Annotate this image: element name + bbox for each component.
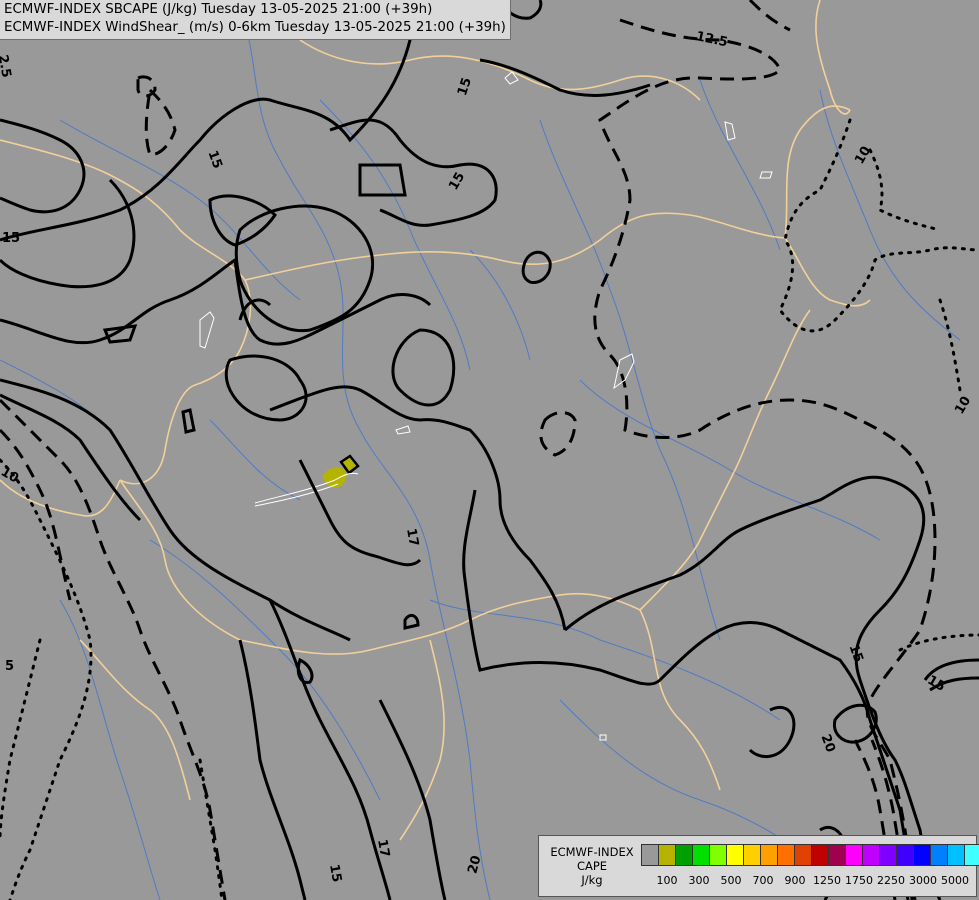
weather-map: 12.5 15 15 15 15 10 10 10 17 17 15 15 20… bbox=[0, 0, 979, 900]
contour-label: 17 bbox=[374, 838, 392, 858]
legend-title-line3: J/kg bbox=[581, 873, 603, 887]
legend-swatch bbox=[641, 844, 659, 866]
map-header: ECMWF-INDEX SBCAPE (J/kg) Tuesday 13-05-… bbox=[0, 0, 511, 40]
legend-swatch bbox=[795, 844, 812, 866]
legend-tick-label: 700 bbox=[752, 874, 774, 887]
legend-color-scale bbox=[641, 844, 979, 866]
legend-swatch bbox=[880, 844, 897, 866]
legend-swatch bbox=[965, 844, 979, 866]
header-line-cape: ECMWF-INDEX SBCAPE (J/kg) Tuesday 13-05-… bbox=[4, 2, 433, 17]
cape-legend: ECMWF-INDEX CAPE J/kg 100 300 500 700 900 125… bbox=[538, 835, 979, 897]
legend-swatch bbox=[914, 844, 931, 866]
legend-swatch bbox=[778, 844, 795, 866]
legend-tick-label: 100 bbox=[656, 874, 678, 887]
legend-tick-label: 2250 bbox=[877, 874, 905, 887]
legend-swatch bbox=[693, 844, 710, 866]
legend-tick-label: 1250 bbox=[813, 874, 841, 887]
legend-ticks: 100 300 500 700 900 1250 1750 2250 3000 5000 bbox=[641, 874, 971, 888]
legend-swatch bbox=[744, 844, 761, 866]
legend-swatch bbox=[829, 844, 846, 866]
legend-swatch bbox=[761, 844, 778, 866]
legend-swatch bbox=[931, 844, 948, 866]
legend-swatch bbox=[812, 844, 829, 866]
legend-tick-label: 900 bbox=[784, 874, 806, 887]
legend-tick-label: 300 bbox=[688, 874, 710, 887]
legend-swatch bbox=[846, 844, 863, 866]
contour-label: 5 bbox=[5, 659, 14, 674]
legend-tick-label: 500 bbox=[720, 874, 742, 887]
legend-swatch bbox=[676, 844, 693, 866]
legend-swatch bbox=[727, 844, 744, 866]
map-canvas: 12.5 15 15 15 15 10 10 10 17 17 15 15 20… bbox=[0, 0, 979, 900]
legend-tick-label: 5000 bbox=[941, 874, 969, 887]
legend-swatch bbox=[710, 844, 727, 866]
legend-swatch bbox=[897, 844, 914, 866]
contour-label: 15 bbox=[2, 231, 20, 246]
legend-title: ECMWF-INDEX CAPE J/kg bbox=[545, 845, 639, 887]
legend-tick-label: 3000 bbox=[909, 874, 937, 887]
legend-title-line1: ECMWF-INDEX bbox=[550, 845, 634, 859]
legend-swatch bbox=[863, 844, 880, 866]
legend-title-line2: CAPE bbox=[576, 859, 608, 873]
legend-tick-label: 1750 bbox=[845, 874, 873, 887]
contour-label: 17 bbox=[403, 527, 421, 547]
legend-swatch bbox=[948, 844, 965, 866]
header-line-windshear: ECMWF-INDEX WindShear_ (m/s) 0-6km Tuesd… bbox=[4, 20, 506, 35]
legend-swatch bbox=[659, 844, 676, 866]
contour-label: 15 bbox=[326, 863, 344, 883]
